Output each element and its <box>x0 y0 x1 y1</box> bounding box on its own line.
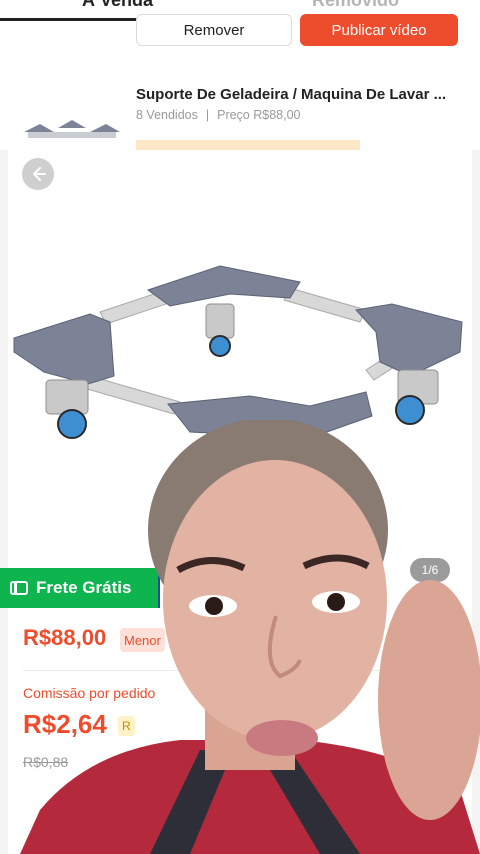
back-button[interactable] <box>22 158 54 190</box>
remove-button[interactable]: Remover <box>136 14 292 46</box>
product-price-label: Preço R$88,00 <box>217 108 301 122</box>
publish-video-button[interactable]: Publicar vídeo <box>300 14 458 46</box>
tab-a-venda[interactable]: À Venda <box>82 0 153 11</box>
tab-removido[interactable]: Removido <box>312 0 399 11</box>
product-thumbnail[interactable] <box>20 118 124 150</box>
arrow-left-icon <box>33 167 46 181</box>
presenter-video-overlay <box>20 420 480 854</box>
product-meta: 8 Vendidos | Preço R$88,00 <box>136 108 301 122</box>
promo-strip <box>136 140 360 150</box>
sold-count: 8 Vendidos <box>136 108 198 122</box>
product-title[interactable]: Suporte De Geladeira / Maquina De Lavar … <box>136 86 446 103</box>
